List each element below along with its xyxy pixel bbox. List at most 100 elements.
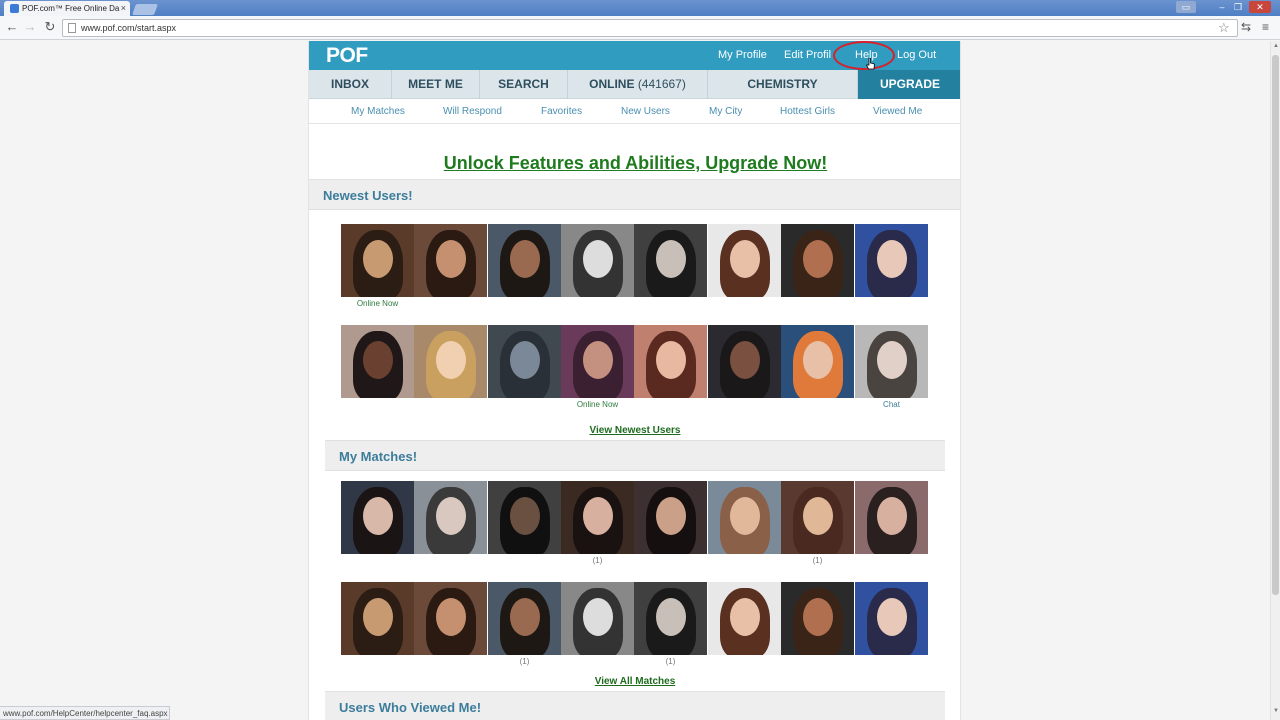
photo-face [730, 497, 760, 535]
photo-face [803, 240, 833, 278]
photo-face [436, 497, 466, 535]
edit-profile-link[interactable]: Edit Profil [784, 49, 831, 61]
newest-user-photo[interactable] [341, 325, 414, 398]
pof-favicon-icon [10, 4, 19, 13]
nav-upgrade[interactable]: UPGRADE [858, 70, 960, 99]
nav-chemistry[interactable]: CHEMISTRY [708, 70, 858, 99]
minimize-icon[interactable]: – [1216, 1, 1228, 13]
newest-user-photo[interactable] [414, 325, 487, 398]
newest-user-photo[interactable] [561, 325, 634, 398]
chat-link[interactable]: Chat [855, 400, 928, 409]
photo-face [510, 240, 540, 278]
photo-face [583, 240, 613, 278]
match-photo[interactable] [708, 582, 781, 655]
newest-user-photo[interactable] [341, 224, 414, 297]
online-now-label: Online Now [576, 400, 619, 409]
newest-user-photo[interactable] [488, 325, 561, 398]
newest-user-photo[interactable] [634, 325, 707, 398]
match-photo[interactable] [855, 582, 928, 655]
close-window-icon[interactable]: ✕ [1249, 1, 1271, 13]
scroll-down-icon[interactable]: ▼ [1272, 708, 1280, 718]
photo-face [436, 240, 466, 278]
newest-users-heading: Newest Users! [309, 179, 960, 210]
star-icon[interactable]: ☆ [1218, 20, 1230, 36]
menu-icon[interactable]: ≡ [1262, 20, 1269, 34]
photo-face [510, 341, 540, 379]
newest-user-photo[interactable] [781, 224, 854, 297]
view-all-matches-link[interactable]: View All Matches [535, 676, 735, 687]
match-photo[interactable] [781, 582, 854, 655]
newest-user-photo[interactable] [414, 224, 487, 297]
log-out-link[interactable]: Log Out [897, 49, 936, 61]
match-count-label: (1) [812, 556, 823, 565]
restore-icon[interactable]: ❐ [1232, 1, 1244, 13]
scroll-thumb[interactable] [1272, 55, 1279, 595]
sub-nav: My Matches Will Respond Favorites New Us… [309, 100, 960, 124]
tab-title: POF.com™ Free Online Da [22, 4, 120, 13]
newest-user-photo[interactable] [634, 224, 707, 297]
photo-face [803, 598, 833, 636]
scrollbar[interactable]: ▲ ▼ [1270, 41, 1280, 720]
match-photo[interactable] [634, 582, 707, 655]
subnav-favorites[interactable]: Favorites [541, 106, 582, 117]
nav-search[interactable]: SEARCH [480, 70, 568, 99]
newest-user-photo[interactable] [488, 224, 561, 297]
match-count-label: (1) [665, 657, 676, 666]
match-photo[interactable] [488, 481, 561, 554]
photo-face [436, 341, 466, 379]
reload-icon[interactable]: ↻ [42, 19, 58, 35]
user-profile-icon[interactable]: ▭ [1176, 1, 1196, 13]
photo-face [510, 598, 540, 636]
match-photo[interactable] [414, 582, 487, 655]
photo-face [877, 497, 907, 535]
subnav-my-matches[interactable]: My Matches [351, 106, 405, 117]
match-photo[interactable] [781, 481, 854, 554]
nav-online[interactable]: ONLINE (441667) [568, 70, 708, 99]
photo-face [363, 497, 393, 535]
tab-close-icon[interactable]: × [121, 3, 126, 13]
match-photo[interactable] [488, 582, 561, 655]
nav-meet-me[interactable]: MEET ME [392, 70, 480, 99]
match-photo[interactable] [708, 481, 781, 554]
scroll-up-icon[interactable]: ▲ [1272, 43, 1280, 53]
my-matches-heading: My Matches! [325, 440, 945, 471]
view-newest-users-link[interactable]: View Newest Users [535, 425, 735, 436]
pof-logo[interactable]: POF [326, 44, 368, 68]
match-photo[interactable] [561, 481, 634, 554]
newest-user-photo[interactable] [781, 325, 854, 398]
photo-face [510, 497, 540, 535]
newest-user-photo[interactable] [855, 325, 928, 398]
newest-user-photo[interactable] [855, 224, 928, 297]
forward-icon[interactable]: → [22, 19, 38, 35]
viewed-me-heading: Users Who Viewed Me! [325, 691, 945, 720]
nav-inbox[interactable]: INBOX [309, 70, 392, 99]
subnav-new-users[interactable]: New Users [621, 106, 670, 117]
photo-face [877, 598, 907, 636]
match-photo[interactable] [634, 481, 707, 554]
subnav-viewed-me[interactable]: Viewed Me [873, 106, 922, 117]
match-photo[interactable] [414, 481, 487, 554]
upgrade-banner-link[interactable]: Unlock Features and Abilities, Upgrade N… [309, 153, 960, 174]
my-profile-link[interactable]: My Profile [718, 49, 767, 61]
nav-online-label: ONLINE [589, 77, 635, 91]
subnav-my-city[interactable]: My City [709, 106, 742, 117]
match-photo[interactable] [341, 481, 414, 554]
subnav-hottest-girls[interactable]: Hottest Girls [780, 106, 835, 117]
newest-user-photo[interactable] [708, 224, 781, 297]
photo-face [363, 240, 393, 278]
newest-user-photo[interactable] [561, 224, 634, 297]
subnav-will-respond[interactable]: Will Respond [443, 106, 502, 117]
extension-icon[interactable]: ⇆ [1241, 20, 1251, 34]
match-photo[interactable] [561, 582, 634, 655]
new-tab-button[interactable] [131, 4, 159, 15]
newest-user-photo[interactable] [708, 325, 781, 398]
back-icon[interactable]: ← [4, 19, 20, 35]
photo-face [363, 341, 393, 379]
photo-face [583, 598, 613, 636]
address-bar[interactable]: www.pof.com/start.aspx [62, 19, 1238, 37]
browser-tab[interactable]: POF.com™ Free Online Da × [4, 1, 130, 16]
match-photo[interactable] [341, 582, 414, 655]
match-photo[interactable] [855, 481, 928, 554]
photo-face [803, 497, 833, 535]
page-icon [68, 23, 76, 33]
